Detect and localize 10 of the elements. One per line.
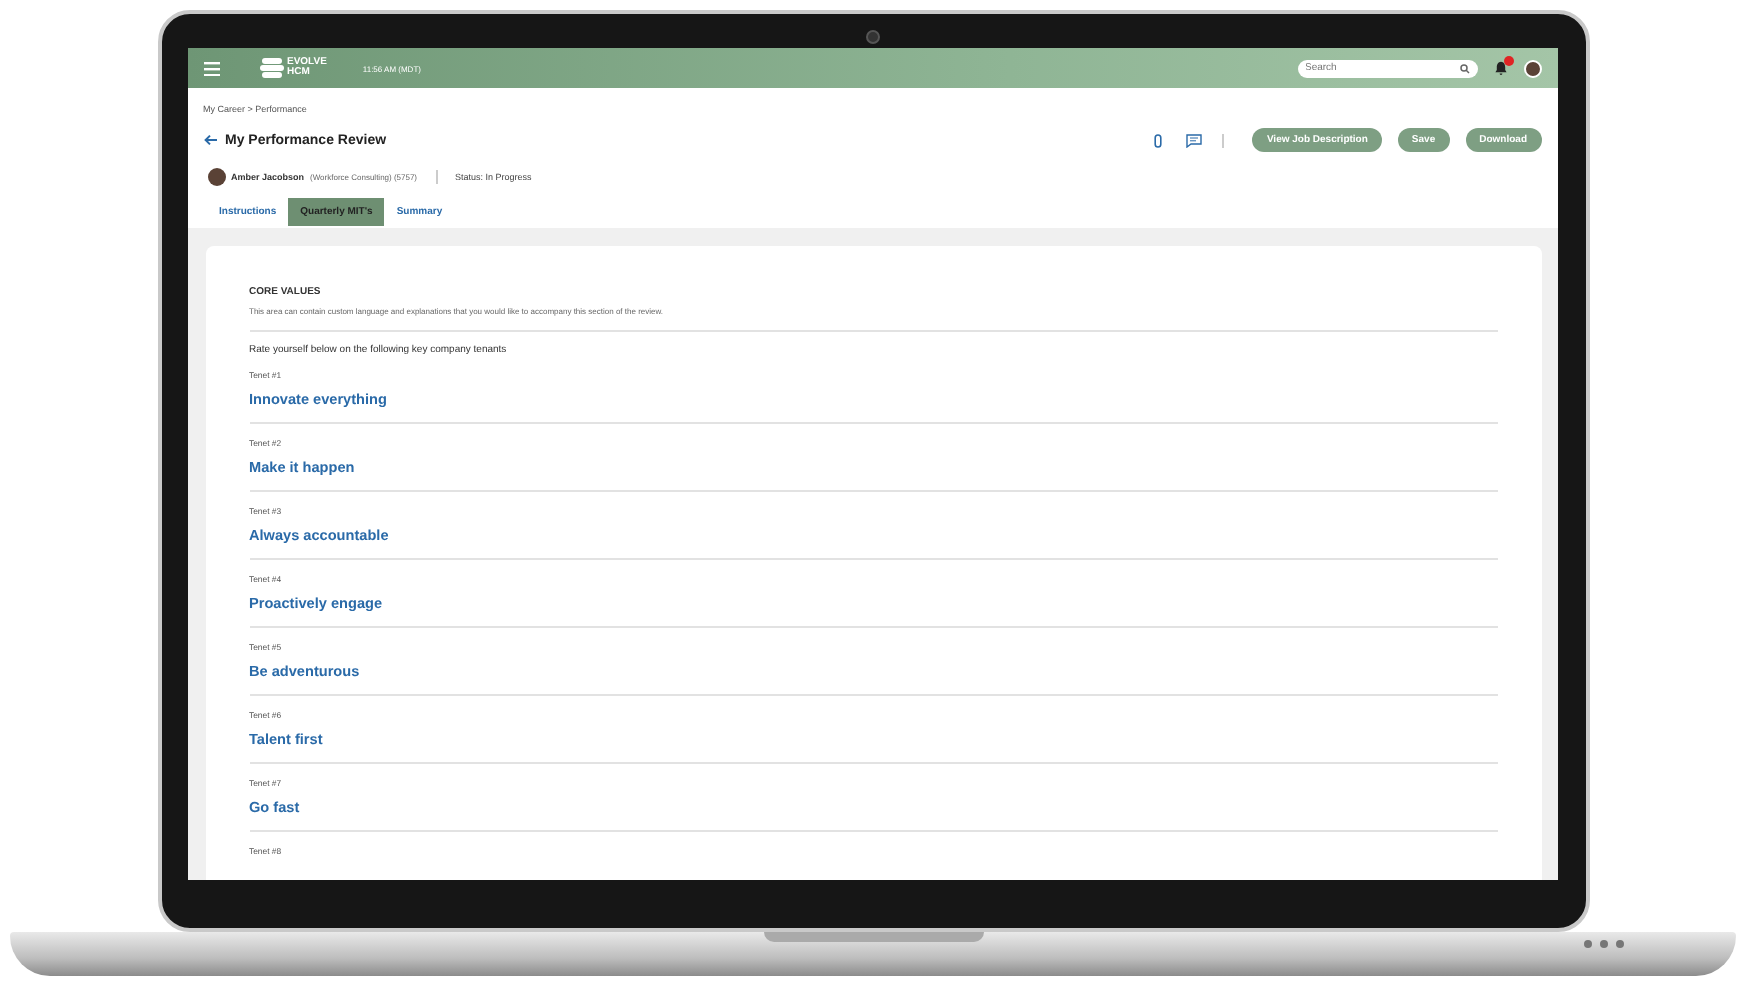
- bell-icon[interactable]: [1493, 60, 1507, 76]
- comment-icon[interactable]: [1186, 133, 1203, 147]
- back-arrow-icon[interactable]: [203, 134, 217, 146]
- logo-icon: [259, 58, 283, 78]
- avatar[interactable]: [1523, 59, 1541, 77]
- search-icon[interactable]: [1459, 63, 1469, 73]
- menu-icon[interactable]: [203, 61, 219, 75]
- paperclip-icon[interactable]: [1154, 133, 1163, 147]
- webcam-icon: [865, 30, 879, 44]
- avatar: [207, 168, 225, 186]
